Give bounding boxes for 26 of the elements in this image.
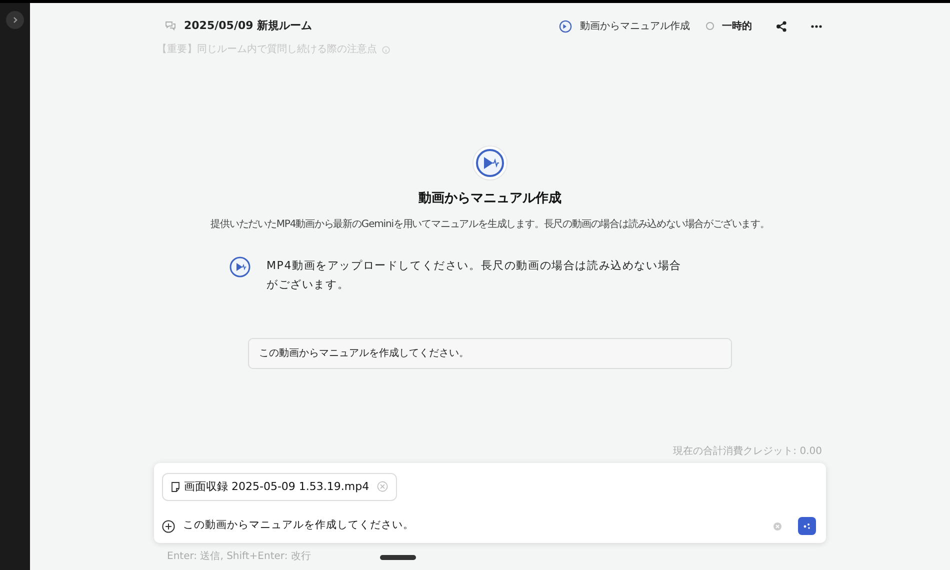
user-message: この動画からマニュアルを作成してください。 <box>248 338 732 368</box>
assistant-avatar-icon <box>228 256 250 278</box>
sidebar-toggle-button[interactable] <box>6 11 24 29</box>
sparkle-icon <box>802 521 812 531</box>
temporary-label: 一時的 <box>722 20 752 34</box>
info-icon <box>382 46 390 54</box>
temporary-radio[interactable] <box>706 22 714 30</box>
video-logo-icon <box>472 145 508 181</box>
keyboard-hint: Enter: 送信, Shift+Enter: 改行 <box>167 550 311 564</box>
file-icon <box>171 482 180 492</box>
share-icon[interactable] <box>776 20 787 32</box>
mode-label: 動画からマニュアル作成 <box>580 20 690 34</box>
message-input[interactable]: この動画からマニュアルを作成してください。 <box>183 518 765 534</box>
video-icon <box>559 20 572 32</box>
more-icon[interactable] <box>811 24 822 28</box>
add-icon[interactable] <box>162 520 175 532</box>
chevron-icon <box>11 16 19 24</box>
credits-text: 現在の合計消費クレジット: 0.00 <box>672 444 823 458</box>
attachment-chip[interactable]: 画面収録 2025-05-09 1.53.19.mp4 <box>162 472 398 501</box>
chat-icon <box>165 21 176 31</box>
scroll-handle[interactable] <box>380 555 416 560</box>
room-title: 2025/05/09 新規ルーム <box>184 18 312 34</box>
assistant-message: MP4動画をアップロードしてください。長尺の動画の場合は読み込めない場合がございます。 <box>266 258 682 292</box>
intro-title: 動画からマニュアル作成 <box>418 190 562 208</box>
intro-description: 提供いただいたMP4動画から最新のGeminiを用いてマニュアルを生成します。長尺の動画の場合は読み込めない場合がございます。 <box>210 218 770 232</box>
send-button[interactable] <box>798 517 816 535</box>
